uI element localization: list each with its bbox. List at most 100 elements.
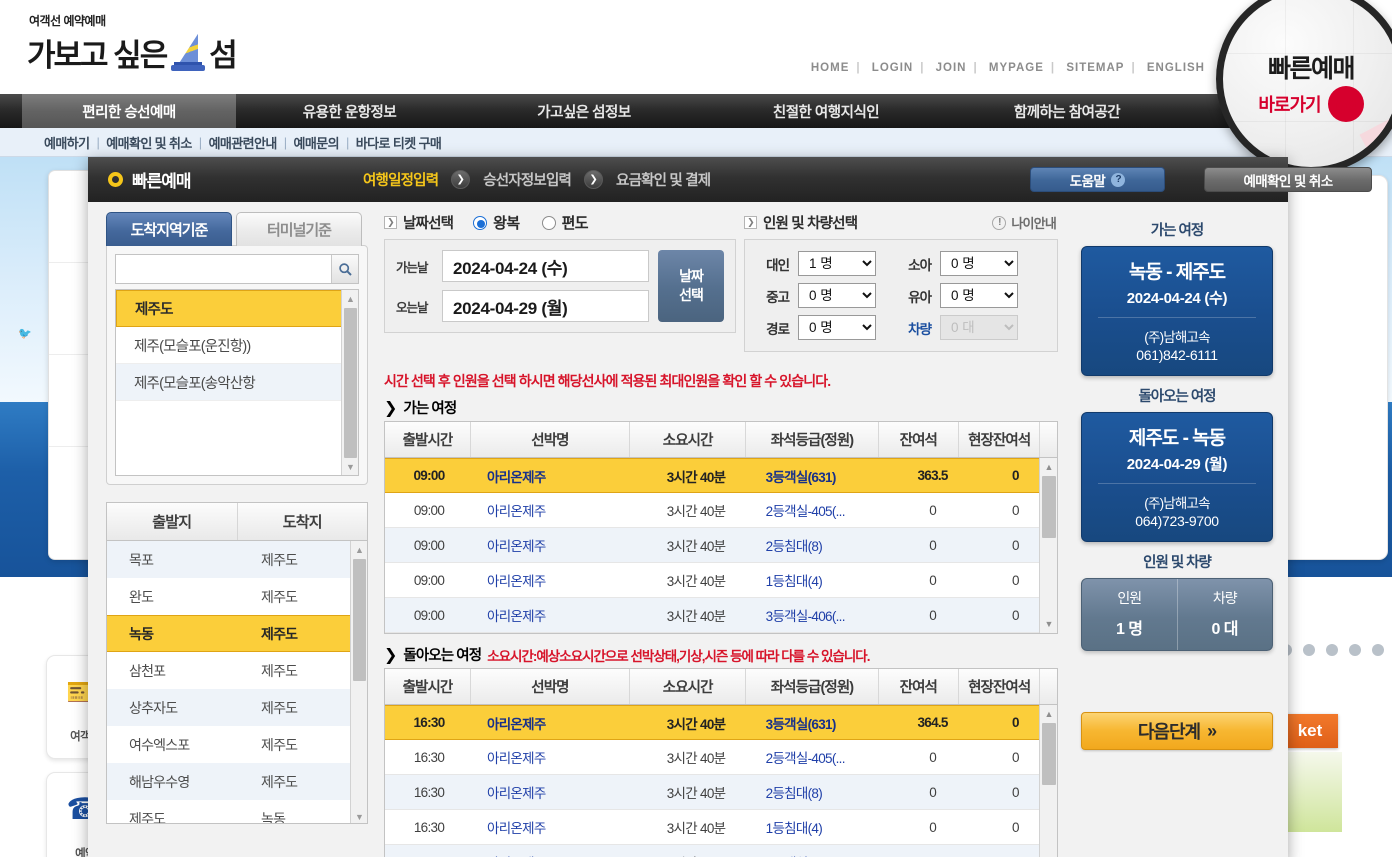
tab-by-terminal[interactable]: 터미널기준 <box>236 212 362 246</box>
scroll-down-icon[interactable]: ▼ <box>1040 616 1057 632</box>
cell-time: 16:30 <box>413 715 445 730</box>
table-row[interactable]: 상추자도 제주도 <box>107 689 367 726</box>
utility-link-sitemap[interactable]: SITEMAP <box>1059 62 1131 74</box>
table-row[interactable]: 09:00 아리온제주 3시간 40분 3등객실-406(... 0 0 <box>385 598 1057 633</box>
sub-nav-item-badaro-ticket[interactable]: 바다로 티켓 구매 <box>356 133 442 152</box>
scroll-up-icon[interactable]: ▲ <box>1040 459 1057 475</box>
table-row[interactable]: 09:00 아리온제주 3시간 40분 2등침대(8) 0 0 <box>385 528 1057 563</box>
adult-select[interactable]: 1 명 <box>798 251 876 276</box>
quick-sticker-go-button[interactable]: go <box>1327 86 1364 122</box>
step-payment[interactable]: 요금확인 및 결제 <box>616 169 711 190</box>
scrollbar-thumb[interactable] <box>1042 723 1056 785</box>
scrollbar-thumb[interactable] <box>344 308 357 458</box>
utility-link-home[interactable]: HOME <box>804 62 857 74</box>
utility-link-mypage[interactable]: MYPAGE <box>982 62 1051 74</box>
utility-link-join[interactable]: JOIN <box>929 62 974 74</box>
sub-nav-item-confirm-cancel[interactable]: 예매확인 및 취소 <box>106 133 192 152</box>
carousel-dots[interactable] <box>1280 644 1384 656</box>
table-row[interactable]: 여수엑스포 제주도 <box>107 726 367 763</box>
page-root: 🐦 🐦 🐦 섬 터미널 선사 🎫 여객선 ☎ 예약 ket <box>0 0 1392 857</box>
quick-sticker-title: 빠른예매 <box>1267 55 1356 83</box>
gnb-item-island-info[interactable]: 가고싶은 섬정보 <box>463 94 705 128</box>
gnb-item-booking[interactable]: 편리한 승선예매 <box>22 94 236 128</box>
table-row[interactable]: 삼천포 제주도 <box>107 652 367 689</box>
passenger-section: ❯ 인원 및 차량선택 ! 나이안내 대인 1 명 소아 0 명 중고 0 명 … <box>744 212 1058 352</box>
region-list[interactable]: 제주도 제주(모슬포(운진항)) 제주(모슬포(송악산항 ▲ ▼ <box>115 289 359 476</box>
scroll-down-icon[interactable]: ▼ <box>342 459 358 474</box>
list-item[interactable]: 제주(모슬포(송악산항 <box>116 364 358 401</box>
cell-remaining: 363.5 <box>917 468 948 483</box>
gnb-item-schedule[interactable]: 유용한 운항정보 <box>236 94 463 128</box>
table-row[interactable]: 16:30 아리온제주 3시간 40분 1등침대(4) 0 0 <box>385 810 1057 845</box>
table-row[interactable]: 16:30 아리온제주 3시간 40분 2등객실-405(... 0 0 <box>385 740 1057 775</box>
table-row[interactable]: 09:00 아리온제주 3시간 40분 1등침대(4) 0 0 <box>385 563 1057 598</box>
region-search-input[interactable] <box>116 255 331 283</box>
gnb-item-travel-qa[interactable]: 친절한 여행지식인 <box>705 94 947 128</box>
radio-roundtrip[interactable]: 왕복 <box>473 212 520 233</box>
column-header-time: 출발시간 <box>385 422 471 457</box>
scrollbar-thumb[interactable] <box>1042 476 1056 538</box>
sub-nav-item-inquiry[interactable]: 예매문의 <box>294 133 340 152</box>
student-select[interactable]: 0 명 <box>798 283 876 308</box>
table-row[interactable]: 16:30 아리온제주 3시간 40분 2등침대(8) 0 0 <box>385 775 1057 810</box>
sub-nav-item-booking[interactable]: 예매하기 <box>44 133 90 152</box>
next-step-button[interactable]: 다음단계 » <box>1081 712 1273 750</box>
carousel-dot[interactable] <box>1326 644 1338 656</box>
radio-icon[interactable] <box>541 215 556 230</box>
table-row[interactable]: 해남우수영 제주도 <box>107 763 367 800</box>
step-passenger-info[interactable]: 승선자정보입력 <box>483 169 572 190</box>
table-row[interactable]: 09:00 아리온제주 3시간 40분 2등객실-405(... 0 0 <box>385 493 1057 528</box>
site-logo[interactable]: 여객선 예약예매 가보고 싶은 섬 <box>27 12 238 75</box>
ticket-badge[interactable]: ket <box>1282 714 1338 748</box>
scroll-up-icon[interactable]: ▲ <box>351 542 367 557</box>
date-picker-button[interactable]: 날짜 선택 <box>658 250 724 322</box>
carousel-dot[interactable] <box>1349 644 1361 656</box>
table-row[interactable]: 목포 제주도 <box>107 541 367 578</box>
summary-pax-label: 인원 및 차량 <box>1143 555 1212 571</box>
list-item[interactable]: 제주(모슬포(운진항)) <box>116 327 358 364</box>
table-row[interactable]: 16:30 아리온제주 3시간 40분 3등객실-406(... 0 0 <box>385 845 1057 857</box>
infant-select[interactable]: 0 명 <box>940 283 1018 308</box>
column-header-duration: 소요시간 <box>630 669 747 704</box>
table-row[interactable]: 녹동 제주도 <box>107 615 367 652</box>
scrollbar-thumb[interactable] <box>353 559 366 681</box>
tab-by-arrival-region[interactable]: 도착지역기준 <box>106 212 232 246</box>
table-row[interactable]: 제주도 녹동 <box>107 800 367 824</box>
route-table-scrollbar[interactable]: ▲ ▼ <box>350 541 367 823</box>
passenger-section-title: ❯ 인원 및 차량선택 ! 나이안내 <box>744 212 1058 233</box>
region-list-scrollbar[interactable]: ▲ ▼ <box>341 290 358 475</box>
list-item[interactable]: 제주도 <box>116 290 358 327</box>
scroll-down-icon[interactable]: ▼ <box>351 809 367 823</box>
inbound-table-body: 16:30 아리온제주 3시간 40분 3등객실(631) 364.5 0 16… <box>385 705 1057 857</box>
confirm-cancel-button[interactable]: 예매확인 및 취소 <box>1204 167 1372 192</box>
carousel-dot[interactable] <box>1372 644 1384 656</box>
gnb-item-community[interactable]: 함께하는 참여공간 <box>947 94 1187 128</box>
utility-link-english[interactable]: ENGLISH <box>1140 62 1212 74</box>
age-guide-link[interactable]: ! 나이안내 <box>992 213 1057 232</box>
radio-icon[interactable] <box>473 215 488 230</box>
step-travel-schedule[interactable]: 여행일정입력 <box>363 169 439 190</box>
senior-select[interactable]: 0 명 <box>798 315 876 340</box>
help-button[interactable]: 도움말 ? <box>1030 167 1165 192</box>
table-row[interactable]: 16:30 아리온제주 3시간 40분 3등객실(631) 364.5 0 <box>385 705 1057 740</box>
table-row[interactable]: 완도 제주도 <box>107 578 367 615</box>
return-date-input[interactable]: 2024-04-29 (월) <box>442 290 649 322</box>
inbound-table-scrollbar[interactable]: ▲ ▼ <box>1039 705 1057 857</box>
table-row[interactable]: 09:00 아리온제주 3시간 40분 3등객실(631) 363.5 0 <box>385 458 1057 493</box>
child-select[interactable]: 0 명 <box>940 251 1018 276</box>
outbound-table-scrollbar[interactable]: ▲ ▼ <box>1039 458 1057 633</box>
age-guide-label: 나이안내 <box>1011 216 1056 231</box>
column-header-ship: 선박명 <box>471 422 630 457</box>
summary-outbound-date: 2024-04-24 (수) <box>1126 290 1228 307</box>
radio-oneway[interactable]: 편도 <box>541 212 589 233</box>
utility-link-login[interactable]: LOGIN <box>865 62 920 74</box>
depart-date-input[interactable]: 2024-04-24 (수) <box>442 250 649 282</box>
search-icon[interactable] <box>331 255 358 283</box>
scroll-up-icon[interactable]: ▲ <box>342 291 358 306</box>
summary-inbound-label: 돌아오는 여정 <box>1138 389 1216 405</box>
carousel-dot[interactable] <box>1303 644 1315 656</box>
scroll-up-icon[interactable]: ▲ <box>1040 706 1057 722</box>
vehicle-select[interactable]: 0 대 <box>940 315 1018 340</box>
cell-duration: 3시간 40분 <box>666 716 726 732</box>
sub-nav-item-guide[interactable]: 예매관련안내 <box>209 133 278 152</box>
